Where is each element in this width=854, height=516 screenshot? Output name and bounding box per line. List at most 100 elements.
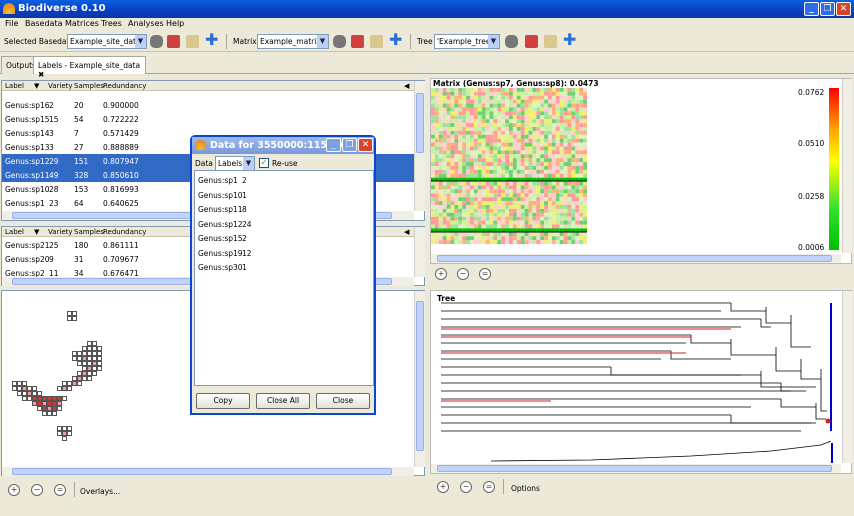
- menu-trees[interactable]: Trees: [101, 19, 122, 28]
- col-redundancy[interactable]: Redundancy: [103, 82, 146, 90]
- map-cell[interactable]: [67, 386, 72, 391]
- close-all-button[interactable]: Close All: [256, 393, 310, 409]
- zoom-fit-icon[interactable]: =: [479, 268, 491, 280]
- matrix-cell: [450, 193, 455, 198]
- col-redundancy[interactable]: Redundancy: [103, 228, 146, 236]
- horizontal-scrollbar[interactable]: [2, 467, 414, 476]
- dialog-row[interactable]: Genus:sp30 1: [195, 260, 373, 274]
- cell: 23: [49, 199, 59, 208]
- menu-help[interactable]: Help: [166, 19, 184, 28]
- scroll-thumb[interactable]: [12, 468, 392, 475]
- map-cell[interactable]: [62, 436, 67, 441]
- save-icon[interactable]: [525, 35, 538, 48]
- tree-overview-marker[interactable]: [831, 443, 833, 463]
- map-cell[interactable]: [87, 376, 92, 381]
- copy-button[interactable]: Copy: [196, 393, 250, 409]
- database-icon[interactable]: [150, 35, 163, 48]
- map-cell[interactable]: [67, 431, 72, 436]
- matrix-cell: [555, 95, 560, 100]
- save-icon[interactable]: [351, 35, 364, 48]
- database-icon[interactable]: [333, 35, 346, 48]
- vertical-scrollbar[interactable]: [414, 291, 425, 467]
- add-icon[interactable]: ✚: [563, 32, 576, 48]
- matrix-select[interactable]: Example_matrix ▼: [257, 34, 329, 49]
- add-icon[interactable]: ✚: [205, 32, 218, 48]
- map-cell[interactable]: [92, 371, 97, 376]
- reuse-checkbox[interactable]: ✓: [259, 158, 269, 168]
- col-samples[interactable]: Samples: [74, 228, 104, 236]
- vertical-scrollbar[interactable]: [414, 81, 425, 211]
- scroll-left-icon[interactable]: ◀: [404, 228, 409, 236]
- dialog-row[interactable]: Genus:sp15 2: [195, 231, 373, 245]
- horizontal-scrollbar[interactable]: [431, 464, 841, 473]
- map-cell[interactable]: [77, 381, 82, 386]
- menu-basedata[interactable]: Basedata: [25, 19, 63, 28]
- folder-open-icon[interactable]: [186, 35, 199, 48]
- zoom-out-icon[interactable]: −: [460, 481, 472, 493]
- matrix-cell: [536, 162, 541, 166]
- col-samples[interactable]: Samples: [74, 82, 104, 90]
- col-variety[interactable]: Variety: [48, 82, 73, 90]
- sort-icon[interactable]: ▼: [34, 228, 39, 236]
- map-cell[interactable]: [52, 411, 57, 416]
- tree-select[interactable]: 'Example_tree' ▼: [434, 34, 500, 49]
- zoom-in-icon[interactable]: +: [435, 268, 447, 280]
- close-tab-icon[interactable]: ✖: [38, 70, 44, 79]
- map-cell[interactable]: [62, 396, 67, 401]
- dialog-row[interactable]: Genus:sp19 12: [195, 246, 373, 260]
- save-icon[interactable]: [167, 35, 180, 48]
- tab-labels[interactable]: Labels - Example_site_data ✖: [33, 56, 146, 79]
- dialog-row[interactable]: Genus:sp12 24: [195, 217, 373, 231]
- matrix-cell: [493, 205, 498, 209]
- menu-file[interactable]: File: [5, 19, 18, 28]
- list-row[interactable]: Genus:sp16 2 20 0.900000: [2, 98, 414, 112]
- minimize-button[interactable]: _: [804, 2, 819, 16]
- menu-matrices[interactable]: Matrices: [65, 19, 99, 28]
- overlays-button[interactable]: Overlays...: [80, 487, 120, 496]
- zoom-out-icon[interactable]: −: [457, 268, 469, 280]
- folder-open-icon[interactable]: [544, 35, 557, 48]
- map-cell[interactable]: [57, 406, 62, 411]
- scroll-thumb[interactable]: [437, 465, 832, 472]
- maximize-button[interactable]: ❐: [820, 2, 835, 16]
- map-cell[interactable]: [72, 316, 77, 321]
- database-icon[interactable]: [505, 35, 518, 48]
- zoom-out-icon[interactable]: −: [31, 484, 43, 496]
- dialog-row[interactable]: Genus:sp1 2: [195, 173, 373, 187]
- zoom-fit-icon[interactable]: =: [483, 481, 495, 493]
- sort-icon[interactable]: ▼: [34, 82, 39, 90]
- scroll-thumb[interactable]: [416, 93, 424, 153]
- scroll-thumb[interactable]: [437, 255, 832, 262]
- scroll-thumb[interactable]: [416, 301, 424, 451]
- matrix-cell: [505, 91, 509, 96]
- matrix-cell: [477, 232, 482, 237]
- matrix-cell: [579, 197, 584, 202]
- list-row[interactable]: Genus:sp15 15 54 0.722222: [2, 112, 414, 126]
- scroll-left-icon[interactable]: ◀: [404, 82, 409, 90]
- vertical-scrollbar[interactable]: [842, 291, 852, 463]
- col-label[interactable]: Label: [5, 228, 24, 236]
- matrix-heatmap[interactable]: [431, 88, 591, 248]
- zoom-in-icon[interactable]: +: [437, 481, 449, 493]
- dialog-row[interactable]: Genus:sp11 8: [195, 202, 373, 216]
- data-type-select[interactable]: Labels ▼: [215, 156, 255, 171]
- dialog-maximize-button[interactable]: ❐: [342, 138, 357, 152]
- basedata-select[interactable]: Example_site_data ▼: [67, 34, 147, 49]
- vertical-scrollbar[interactable]: [414, 227, 425, 277]
- dialog-row[interactable]: Genus:sp10 1: [195, 188, 373, 202]
- horizontal-scrollbar[interactable]: [431, 254, 841, 263]
- col-label[interactable]: Label: [5, 82, 24, 90]
- zoom-in-icon[interactable]: +: [8, 484, 20, 496]
- close-button[interactable]: ✕: [836, 2, 851, 16]
- dialog-close-button[interactable]: ✕: [358, 138, 373, 152]
- add-icon[interactable]: ✚: [389, 32, 402, 48]
- zoom-fit-icon[interactable]: =: [54, 484, 66, 496]
- map-cell[interactable]: [97, 366, 102, 371]
- col-variety[interactable]: Variety: [48, 228, 73, 236]
- options-button[interactable]: Options: [511, 484, 540, 493]
- close-dialog-button[interactable]: Close: [316, 393, 370, 409]
- dialog-minimize-button[interactable]: _: [326, 138, 341, 152]
- folder-open-icon[interactable]: [370, 35, 383, 48]
- menu-analyses[interactable]: Analyses: [128, 19, 164, 28]
- vertical-scrollbar[interactable]: [842, 79, 852, 253]
